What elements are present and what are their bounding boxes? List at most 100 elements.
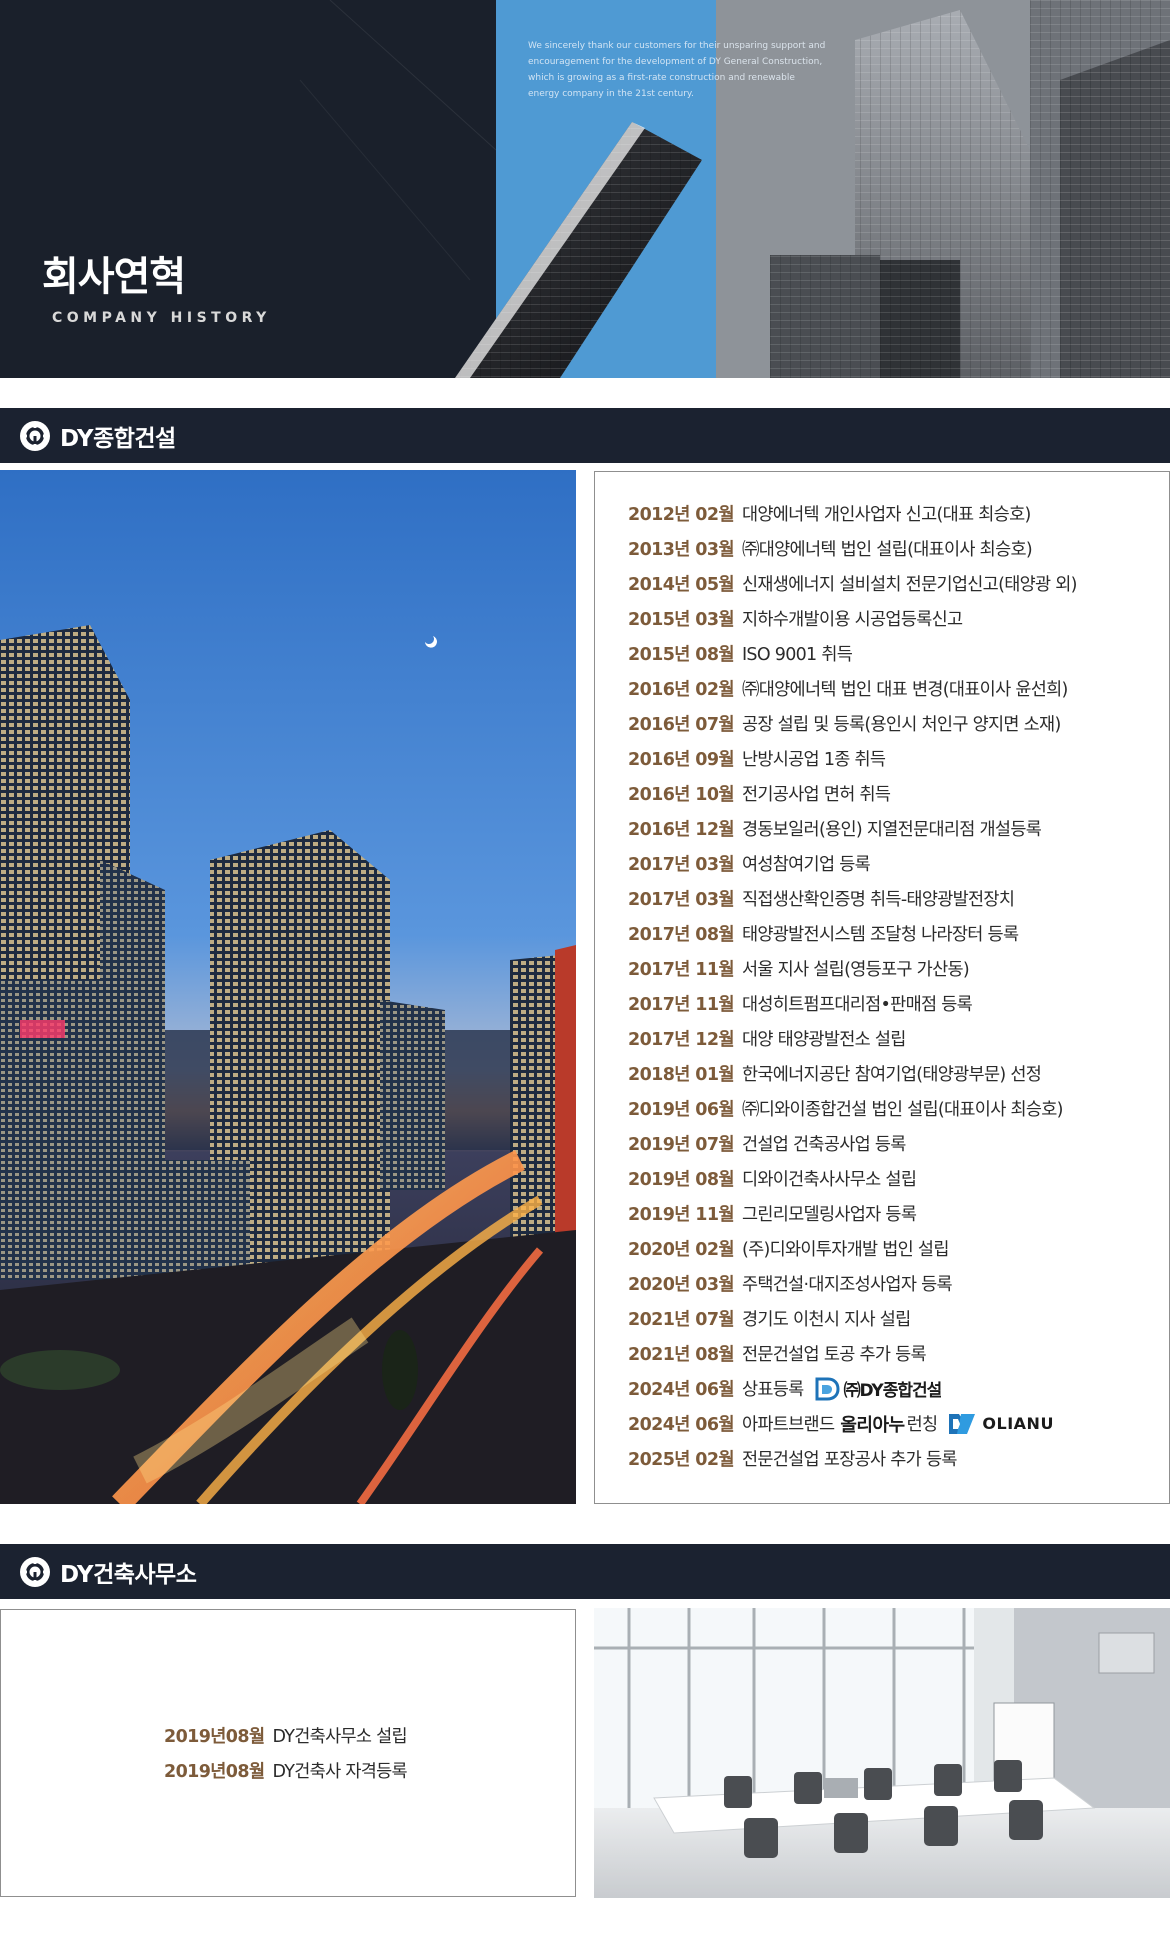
history-item: 2017년 11월 대성히트펌프대리점•판매점 등록 <box>628 986 1169 1021</box>
history-date: 2016년 09월 <box>628 750 735 770</box>
history-item: 2017년 11월 서울 지사 설립(영등포구 가산동) <box>628 951 1169 986</box>
history-item: 2016년 02월 ㈜대양에너텍 법인 대표 변경(대표이사 윤선희) <box>628 671 1169 706</box>
history-item: 2025년 02월 전문건설업 포장공사 추가 등록 <box>628 1441 1169 1476</box>
history-item: 2015년 08월 ISO 9001 취득 <box>628 636 1169 671</box>
history-text: 그린리모델링사업자 등록 <box>741 1205 917 1225</box>
history-item: 2013년 03월 ㈜대양에너텍 법인 설립(대표이사 최승호) <box>628 531 1169 566</box>
section-header-construction: DY종합건설 <box>0 408 1170 463</box>
history-text: 주택건설·대지조성사업자 등록 <box>741 1275 953 1295</box>
history-date: 2017년 11월 <box>628 960 735 980</box>
history-text: 대양 태양광발전소 설립 <box>741 1030 906 1050</box>
history-date: 2017년 03월 <box>628 890 735 910</box>
section-header-architecture: DY건축사무소 <box>0 1544 1170 1599</box>
history-item: 2016년 07월 공장 설립 및 등록(용인시 처인구 양지면 소재) <box>628 706 1169 741</box>
history-item: 2019년 08월 디와이건축사사무소 설립 <box>628 1161 1169 1196</box>
history-date: 2012년 02월 <box>628 505 735 525</box>
history-date: 2025년 02월 <box>628 1450 735 1470</box>
history-item: 2020년 02월 (주)디와이투자개발 법인 설립 <box>628 1231 1169 1266</box>
history-date: 2021년 07월 <box>628 1310 735 1330</box>
history-date: 2016년 07월 <box>628 715 735 735</box>
page-subtitle: COMPANY HISTORY <box>52 310 271 326</box>
history-item: 2019년 07월 건설업 건축공사업 등록 <box>628 1126 1169 1161</box>
history-item-brand: 2024년 06월 아파트브랜드 올리아누 런칭 OLIANU <box>628 1406 1169 1441</box>
history-item: 2019년 11월 그린리모델링사업자 등록 <box>628 1196 1169 1231</box>
history-date: 2024년 06월 <box>628 1415 735 1435</box>
history-text: 전기공사업 면허 취득 <box>741 785 891 805</box>
history-item: 2019년 06월 ㈜디와이종합건설 법인 설립(대표이사 최승호) <box>628 1091 1169 1126</box>
history-date: 2015년 08월 <box>628 645 735 665</box>
history-date: 2017년 11월 <box>628 995 735 1015</box>
history-date: 2018년 01월 <box>628 1065 735 1085</box>
history-item: 2017년 03월 여성참여기업 등록 <box>628 846 1169 881</box>
page-title: 회사연혁 <box>42 254 186 300</box>
history-text: 지하수개발이용 시공업등록신고 <box>741 610 963 630</box>
history-date: 2024년 06월 <box>628 1380 735 1400</box>
history-text: ㈜디와이종합건설 법인 설립(대표이사 최승호) <box>741 1100 1064 1120</box>
history-text: 건설업 건축공사업 등록 <box>741 1135 906 1155</box>
section-title: DY종합건설 <box>60 425 176 452</box>
dy-logo-icon <box>815 1377 840 1400</box>
history-item: 2019년08월 DY건축사무소 설립 <box>164 1718 575 1753</box>
history-date: 2017년 08월 <box>628 925 735 945</box>
history-item: 2016년 12월 경동보일러(용인) 지열전문대리점 개설등록 <box>628 811 1169 846</box>
brand-suffix: 런칭 <box>906 1415 939 1435</box>
history-date: 2020년 03월 <box>628 1275 735 1295</box>
gear-icon <box>20 420 50 451</box>
history-date: 2021년 08월 <box>628 1345 735 1365</box>
history-text: 태양광발전시스템 조달청 나라장터 등록 <box>741 925 1019 945</box>
history-text: 전문건설업 토공 추가 등록 <box>741 1345 927 1365</box>
history-date: 2019년 11월 <box>628 1205 735 1225</box>
history-item: 2015년 03월 지하수개발이용 시공업등록신고 <box>628 601 1169 636</box>
brand-name-english: OLIANU <box>982 1414 1054 1433</box>
section-title: DY건축사무소 <box>60 1561 197 1588</box>
history-text: 디와이건축사사무소 설립 <box>741 1170 917 1190</box>
hero-banner: We sincerely thank our customers for the… <box>0 0 1170 378</box>
hero-quote: We sincerely thank our customers for the… <box>528 41 826 99</box>
gear-icon <box>20 1556 50 1587</box>
history-text: 신재생에너지 설비설치 전문기업신고(태양광 외) <box>741 575 1078 595</box>
history-text: 직접생산확인증명 취득-태양광발전장치 <box>741 890 1015 910</box>
office-meeting-room-photo <box>594 1608 1170 1898</box>
history-timeline-box: 2012년 02월 대양에너텍 개인사업자 신고(대표 최승호) 2013년 03… <box>594 471 1170 1504</box>
olianu-logo-icon <box>949 1413 976 1434</box>
history-date: 2016년 12월 <box>628 820 735 840</box>
olianu-brand-logo: OLIANU <box>947 1412 1054 1436</box>
history-item: 2021년 08월 전문건설업 토공 추가 등록 <box>628 1336 1169 1371</box>
history-item: 2016년 09월 난방시공업 1종 취득 <box>628 741 1169 776</box>
history-item: 2017년 03월 직접생산확인증명 취득-태양광발전장치 <box>628 881 1169 916</box>
history-text: 공장 설립 및 등록(용인시 처인구 양지면 소재) <box>741 715 1061 735</box>
history-text: DY건축사무소 설립 <box>272 1727 407 1747</box>
architecture-history-box: 2019년08월 DY건축사무소 설립 2019년08월 DY건축사 자격등록 <box>0 1609 576 1897</box>
history-text: DY건축사 자격등록 <box>272 1762 407 1782</box>
history-text: 한국에너지공단 참여기업(태양광부문) 선정 <box>741 1065 1042 1085</box>
history-date: 2013년 03월 <box>628 540 735 560</box>
history-text: 아파트브랜드 <box>741 1415 835 1435</box>
history-text: ㈜대양에너텍 법인 대표 변경(대표이사 윤선희) <box>741 680 1068 700</box>
history-date: 2017년 03월 <box>628 855 735 875</box>
history-item: 2017년 12월 대양 태양광발전소 설립 <box>628 1021 1169 1056</box>
history-text: 대양에너텍 개인사업자 신고(대표 최승호) <box>741 505 1031 525</box>
history-item: 2017년 08월 태양광발전시스템 조달청 나라장터 등록 <box>628 916 1169 951</box>
history-text: 난방시공업 1종 취득 <box>741 750 886 770</box>
history-date: 2019년 07월 <box>628 1135 735 1155</box>
history-date: 2019년 06월 <box>628 1100 735 1120</box>
history-date: 2020년 02월 <box>628 1240 735 1260</box>
brand-name-korean: 올리아누 <box>840 1414 905 1436</box>
history-text: 경동보일러(용인) 지열전문대리점 개설등록 <box>741 820 1042 840</box>
history-list: 2012년 02월 대양에너텍 개인사업자 신고(대표 최승호) 2013년 03… <box>628 496 1169 1476</box>
history-item: 2014년 05월 신재생에너지 설비설치 전문기업신고(태양광 외) <box>628 566 1169 601</box>
history-text: 전문건설업 포장공사 추가 등록 <box>741 1450 957 1470</box>
history-text: 서울 지사 설립(영등포구 가산동) <box>741 960 970 980</box>
city-night-photo <box>0 470 576 1504</box>
history-text: 경기도 이천시 지사 설립 <box>741 1310 911 1330</box>
history-text: ㈜대양에너텍 법인 설립(대표이사 최승호) <box>741 540 1033 560</box>
history-item: 2016년 10월 전기공사업 면허 취득 <box>628 776 1169 811</box>
history-text: 여성참여기업 등록 <box>741 855 871 875</box>
history-item: 2020년 03월 주택건설·대지조성사업자 등록 <box>628 1266 1169 1301</box>
history-text: ISO 9001 취득 <box>741 645 853 665</box>
history-date: 2019년08월 <box>164 1727 265 1747</box>
history-date: 2019년 08월 <box>628 1170 735 1190</box>
history-item: 2012년 02월 대양에너텍 개인사업자 신고(대표 최승호) <box>628 496 1169 531</box>
dy-company-logo: ㈜DY종합건설 <box>814 1376 942 1402</box>
history-item: 2019년08월 DY건축사 자격등록 <box>164 1753 575 1788</box>
